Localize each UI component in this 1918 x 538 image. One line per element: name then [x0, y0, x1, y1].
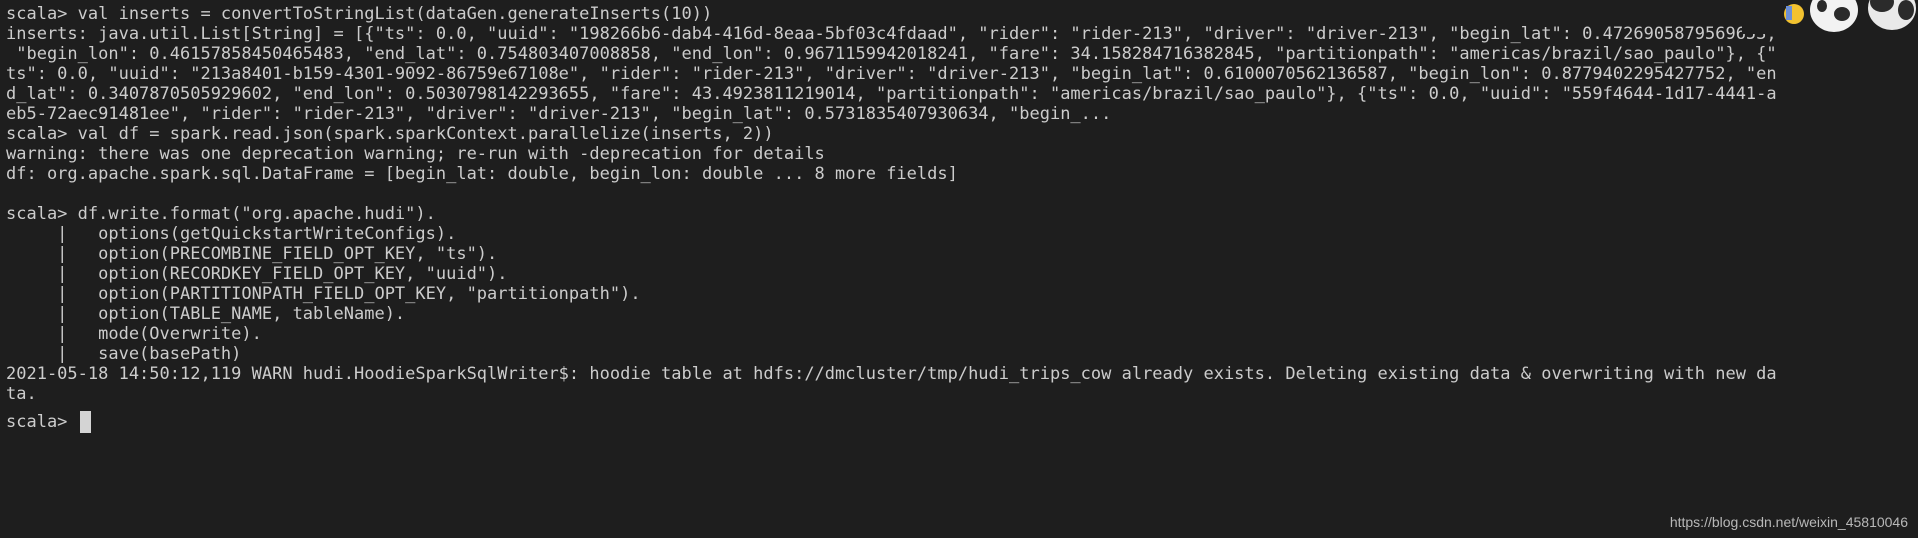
- watermark-text: https://blog.csdn.net/weixin_45810046: [1669, 514, 1908, 530]
- terminal-output[interactable]: scala> val inserts = convertToStringList…: [0, 0, 1918, 538]
- terminal-line: 2021-05-18 14:50:12,119 WARN hudi.Hoodie…: [6, 364, 1777, 384]
- text-cursor: [79, 411, 91, 433]
- mascot-decoration-icon: [1742, 0, 1918, 34]
- command-prompt-line[interactable]: scala>: [6, 410, 91, 434]
- prompt-label: scala>: [6, 412, 78, 432]
- terminal-line: df: org.apache.spark.sql.DataFrame = [be…: [6, 164, 958, 184]
- terminal-line: ta.: [6, 384, 37, 404]
